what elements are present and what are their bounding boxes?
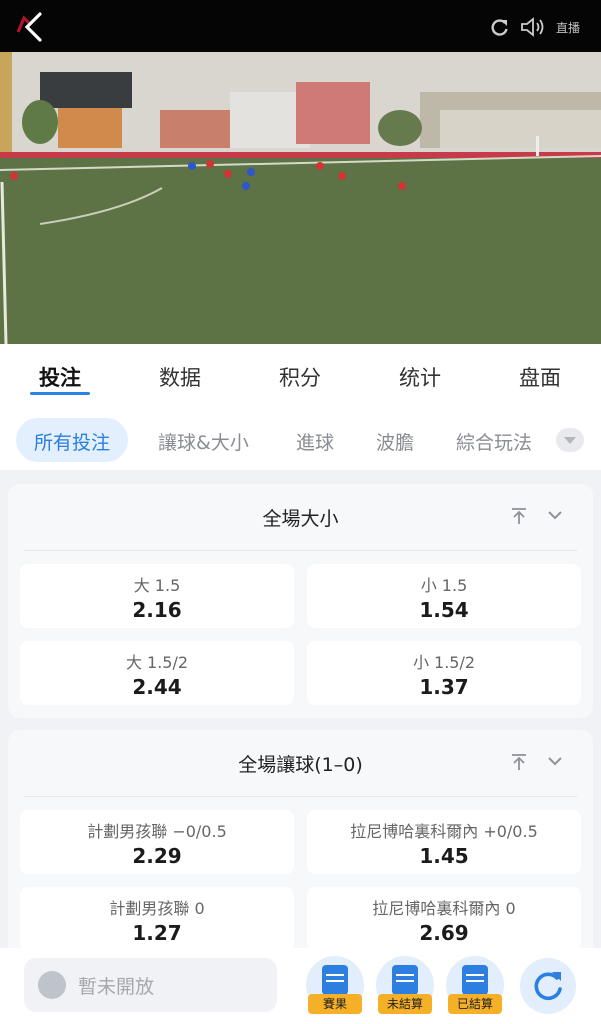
refresh-odds-button[interactable] (520, 958, 576, 1014)
market-header[interactable]: 全場讓球(1–0) (8, 730, 593, 794)
market-card-total-goals: 全場大小 大 1.5 2.16 小 1.5 1.54 大 1.5/2 2.44 … (8, 484, 593, 718)
market-card-handicap: 全場讓球(1–0) 計劃男孩聯 −0/0.5 2.29 拉尼博哈裏科爾內 +0/… (8, 730, 593, 970)
odds-button[interactable]: 計劃男孩聯 0 1.27 (20, 887, 294, 951)
odds-button[interactable]: 小 1.5 1.54 (307, 564, 581, 628)
odds-value: 2.44 (132, 675, 182, 699)
odds-label: 大 1.5/2 (125, 653, 189, 672)
tab-bet[interactable]: 投注 (15, 362, 105, 392)
odds-value: 1.37 (419, 675, 469, 699)
odds-value: 1.27 (132, 921, 182, 945)
chevron-down-icon (564, 437, 576, 444)
subtab-correct-score[interactable]: 波膽 (376, 428, 414, 455)
market-title: 全場大小 (262, 508, 339, 530)
odds-button[interactable]: 計劃男孩聯 −0/0.5 2.29 (20, 810, 294, 874)
chevron-down-icon[interactable] (546, 752, 564, 770)
settled-button[interactable]: 已結算 (446, 956, 504, 1014)
pin-to-top-icon[interactable] (510, 506, 528, 526)
odds-button[interactable]: 小 1.5/2 1.37 (307, 641, 581, 705)
subtab-handicap-total[interactable]: 讓球&大小 (158, 428, 249, 455)
back-arrow-icon[interactable] (12, 10, 52, 44)
subtab-all-bets[interactable]: 所有投注 (16, 418, 129, 462)
divider (24, 796, 577, 797)
odds-label: 計劃男孩聯 0 (109, 899, 205, 918)
main-tab-bar: 投注 数据 积分 统计 盘面 (0, 344, 601, 408)
chat-input[interactable]: 暫未開放 (24, 958, 277, 1012)
odds-label: 小 1.5 (420, 576, 468, 595)
odds-label: 大 1.5 (133, 576, 181, 595)
more-tabs-dropdown[interactable] (556, 428, 584, 452)
subtab-combo[interactable]: 綜合玩法 (456, 428, 532, 455)
divider (24, 550, 577, 551)
player-top-bar: 直播 (0, 0, 601, 52)
odds-value: 1.45 (419, 844, 469, 868)
odds-label: 拉尼博哈裏科爾內 +0/0.5 (350, 822, 538, 841)
pin-to-top-icon[interactable] (510, 752, 528, 772)
refresh-icon (534, 972, 562, 1001)
results-label: 賽果 (308, 994, 362, 1014)
odds-button[interactable]: 拉尼博哈裏科爾內 +0/0.5 1.45 (307, 810, 581, 874)
market-header[interactable]: 全場大小 (8, 484, 593, 548)
market-title: 全場讓球(1–0) (238, 754, 363, 776)
odds-button[interactable]: 拉尼博哈裏科爾內 0 2.69 (307, 887, 581, 951)
odds-label: 拉尼博哈裏科爾內 0 (372, 899, 516, 918)
odds-label: 小 1.5/2 (412, 653, 476, 672)
tab-stats[interactable]: 统计 (375, 362, 465, 392)
video-player[interactable]: 直播 (0, 0, 601, 344)
bottom-bar: 暫未開放 賽果 未結算 已結算 (0, 948, 601, 1024)
unsettled-button[interactable]: 未結算 (376, 956, 434, 1014)
odds-value: 1.54 (419, 598, 469, 622)
tab-board[interactable]: 盘面 (495, 362, 585, 392)
subtab-goals[interactable]: 進球 (296, 428, 334, 455)
sub-tab-bar: 所有投注 讓球&大小 進球 波膽 綜合玩法 (0, 408, 601, 470)
odds-button[interactable]: 大 1.5/2 2.44 (20, 641, 294, 705)
tab-data[interactable]: 数据 (135, 362, 225, 392)
chat-placeholder: 暫未開放 (78, 976, 155, 998)
calendar-icon (392, 965, 418, 995)
calendar-icon (462, 965, 488, 995)
odds-value: 2.69 (419, 921, 469, 945)
odds-button[interactable]: 大 1.5 2.16 (20, 564, 294, 628)
tab-points[interactable]: 积分 (255, 362, 345, 392)
speaker-icon[interactable] (520, 16, 546, 38)
odds-value: 2.29 (132, 844, 182, 868)
chevron-down-icon[interactable] (546, 506, 564, 524)
refresh-icon[interactable] (490, 17, 510, 37)
odds-value: 2.16 (132, 598, 182, 622)
match-video-frame (0, 52, 601, 344)
unsettled-label: 未結算 (378, 994, 432, 1014)
odds-label: 計劃男孩聯 −0/0.5 (87, 822, 227, 841)
results-button[interactable]: 賽果 (306, 956, 364, 1014)
live-label: 直播 (556, 21, 581, 35)
chat-bubble-icon (38, 971, 66, 999)
active-tab-indicator (30, 392, 90, 395)
calendar-icon (322, 965, 348, 995)
settled-label: 已結算 (448, 994, 502, 1014)
